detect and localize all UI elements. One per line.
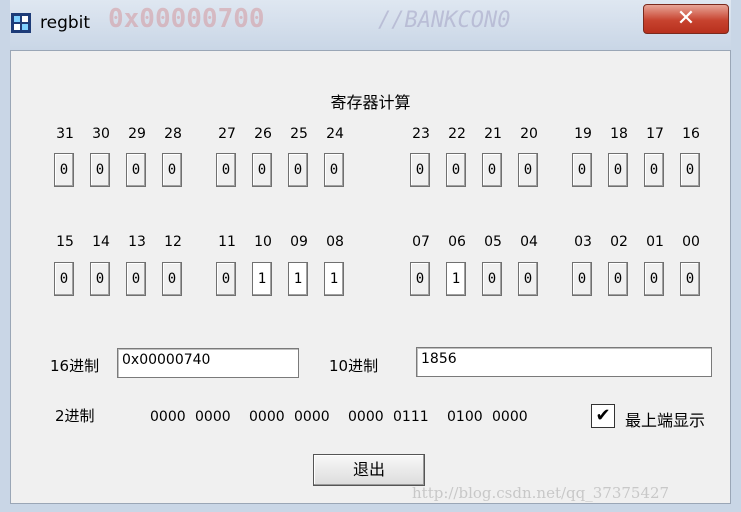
bit-button-03[interactable]: 0 bbox=[572, 262, 592, 296]
window-frame-right bbox=[731, 0, 741, 512]
window-title: regbit bbox=[40, 13, 91, 33]
bit-label-05: 05 bbox=[484, 234, 502, 250]
window-frame-left bbox=[0, 0, 10, 512]
binary-nibble: 0000 bbox=[150, 409, 186, 425]
bit-label-24: 24 bbox=[326, 126, 344, 142]
bit-button-10[interactable]: 1 bbox=[252, 262, 272, 296]
bit-button-17[interactable]: 0 bbox=[644, 153, 664, 187]
bit-button-29[interactable]: 0 bbox=[126, 153, 146, 187]
bit-label-12: 12 bbox=[164, 234, 182, 250]
binary-nibble: 0000 bbox=[492, 409, 528, 425]
bit-button-01[interactable]: 0 bbox=[644, 262, 664, 296]
watermark: http://blog.csdn.net/qq_37375427 bbox=[412, 484, 670, 502]
close-icon: ✕ bbox=[676, 6, 696, 31]
bit-label-01: 01 bbox=[646, 234, 664, 250]
bit-button-13[interactable]: 0 bbox=[126, 262, 146, 296]
app-icon bbox=[11, 13, 31, 33]
bit-button-25[interactable]: 0 bbox=[288, 153, 308, 187]
bit-button-20[interactable]: 0 bbox=[518, 153, 538, 187]
bit-button-16[interactable]: 0 bbox=[680, 153, 700, 187]
dec-label: 10进制 bbox=[329, 357, 379, 375]
bit-label-16: 16 bbox=[682, 126, 700, 142]
checkmark-icon: ✔ bbox=[595, 405, 611, 426]
bit-button-19[interactable]: 0 bbox=[572, 153, 592, 187]
binary-nibble: 0000 bbox=[294, 409, 330, 425]
hex-label: 16进制 bbox=[50, 357, 100, 375]
bit-label-11: 11 bbox=[218, 234, 236, 250]
bit-button-00[interactable]: 0 bbox=[680, 262, 700, 296]
bit-button-11[interactable]: 0 bbox=[216, 262, 236, 296]
topmost-label: 最上端显示 bbox=[625, 411, 706, 430]
bit-button-30[interactable]: 0 bbox=[90, 153, 110, 187]
bit-label-09: 09 bbox=[290, 234, 308, 250]
bit-label-23: 23 bbox=[412, 126, 430, 142]
bit-button-23[interactable]: 0 bbox=[410, 153, 430, 187]
hex-input[interactable]: 0x00000740 bbox=[117, 348, 299, 378]
bit-label-02: 02 bbox=[610, 234, 628, 250]
bit-label-07: 07 bbox=[412, 234, 430, 250]
bin-label: 2进制 bbox=[55, 407, 95, 425]
bit-label-06: 06 bbox=[448, 234, 466, 250]
bit-button-08[interactable]: 1 bbox=[324, 262, 344, 296]
dec-input[interactable]: 1856 bbox=[416, 347, 712, 377]
bit-button-07[interactable]: 0 bbox=[410, 262, 430, 296]
binary-nibble: 0100 bbox=[447, 409, 483, 425]
bit-button-31[interactable]: 0 bbox=[54, 153, 74, 187]
bit-button-27[interactable]: 0 bbox=[216, 153, 236, 187]
topmost-checkbox[interactable]: ✔ bbox=[591, 404, 615, 428]
bit-label-14: 14 bbox=[92, 234, 110, 250]
binary-nibble: 0000 bbox=[195, 409, 231, 425]
bit-label-25: 25 bbox=[290, 126, 308, 142]
binary-nibble: 0000 bbox=[249, 409, 285, 425]
bit-label-15: 15 bbox=[56, 234, 74, 250]
bit-label-19: 19 bbox=[574, 126, 592, 142]
window-frame-bottom bbox=[0, 504, 741, 512]
bit-label-10: 10 bbox=[254, 234, 272, 250]
panel-heading: 寄存器计算 bbox=[330, 93, 411, 112]
bit-button-02[interactable]: 0 bbox=[608, 262, 628, 296]
bit-label-21: 21 bbox=[484, 126, 502, 142]
bit-button-15[interactable]: 0 bbox=[54, 262, 74, 296]
background-code-hex: 0x00000700 bbox=[108, 4, 265, 34]
bit-label-27: 27 bbox=[218, 126, 236, 142]
bit-button-28[interactable]: 0 bbox=[162, 153, 182, 187]
bit-label-26: 26 bbox=[254, 126, 272, 142]
bit-label-00: 00 bbox=[682, 234, 700, 250]
bit-button-14[interactable]: 0 bbox=[90, 262, 110, 296]
title-bar[interactable]: 0x00000700 //BANKCON0 regbit ✕ bbox=[0, 0, 741, 50]
bit-button-26[interactable]: 0 bbox=[252, 153, 272, 187]
bit-button-22[interactable]: 0 bbox=[446, 153, 466, 187]
bit-button-18[interactable]: 0 bbox=[608, 153, 628, 187]
bit-button-04[interactable]: 0 bbox=[518, 262, 538, 296]
exit-button[interactable]: 退出 bbox=[313, 454, 425, 486]
bit-label-03: 03 bbox=[574, 234, 592, 250]
bit-label-22: 22 bbox=[448, 126, 466, 142]
bit-label-17: 17 bbox=[646, 126, 664, 142]
bit-button-21[interactable]: 0 bbox=[482, 153, 502, 187]
bit-label-13: 13 bbox=[128, 234, 146, 250]
bit-label-20: 20 bbox=[520, 126, 538, 142]
binary-nibble: 0111 bbox=[393, 409, 429, 425]
bit-label-30: 30 bbox=[92, 126, 110, 142]
bit-button-24[interactable]: 0 bbox=[324, 153, 344, 187]
background-code-comment: //BANKCON0 bbox=[378, 8, 511, 33]
bit-label-29: 29 bbox=[128, 126, 146, 142]
bit-label-08: 08 bbox=[326, 234, 344, 250]
bit-button-09[interactable]: 1 bbox=[288, 262, 308, 296]
bit-button-05[interactable]: 0 bbox=[482, 262, 502, 296]
bit-label-28: 28 bbox=[164, 126, 182, 142]
binary-nibble: 0000 bbox=[348, 409, 384, 425]
bit-label-18: 18 bbox=[610, 126, 628, 142]
bit-button-06[interactable]: 1 bbox=[446, 262, 466, 296]
bit-button-12[interactable]: 0 bbox=[162, 262, 182, 296]
bit-label-04: 04 bbox=[520, 234, 538, 250]
close-button[interactable]: ✕ bbox=[643, 4, 729, 34]
bit-label-31: 31 bbox=[56, 126, 74, 142]
